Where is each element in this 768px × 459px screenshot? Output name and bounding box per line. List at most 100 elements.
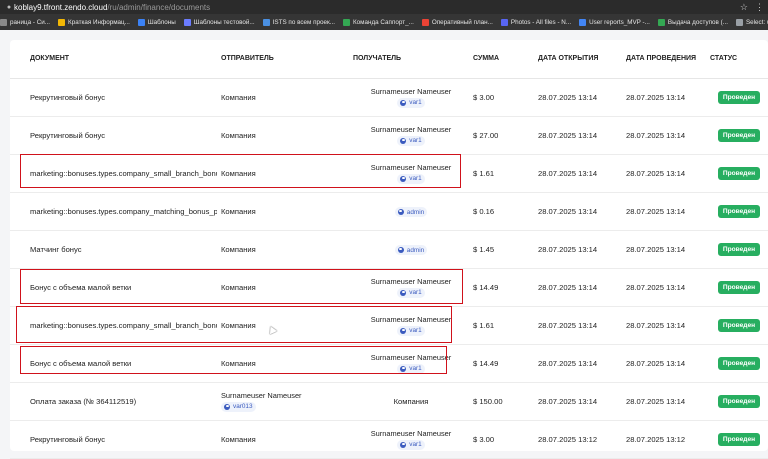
amount-cell: $ 3.00 <box>469 420 534 459</box>
user-fullname: Surnameuser Nameuser <box>221 390 302 400</box>
user-fullname: Surnameuser Nameuser <box>370 162 452 172</box>
sender-cell: Компания <box>217 116 353 155</box>
user-login-badge[interactable]: var1 <box>397 97 425 108</box>
bookmark-favicon-icon <box>579 18 587 26</box>
user-avatar-icon <box>397 209 404 215</box>
bookmarks-bar: раница - Си... Краткая Информац... Шаблоны… <box>0 14 768 30</box>
document-name[interactable]: marketing::bonuses.types.company_small_b… <box>10 154 217 193</box>
document-name[interactable]: Рекрутинговый бонус <box>10 78 217 117</box>
site-info-icon[interactable]: ● <box>4 4 14 11</box>
sender-cell: Surnameuser Nameuser var013 <box>217 382 353 421</box>
col-header-document[interactable]: ДОКУМЕНТ <box>10 40 217 79</box>
posted-date-cell: 28.07.2025 13:14 <box>622 154 710 193</box>
status-cell: Проведен <box>710 116 768 155</box>
bookmark-item[interactable]: Шаблоны <box>137 18 176 26</box>
document-name[interactable]: Рекрутинговый бонус <box>10 116 217 155</box>
sender-cell: Компания <box>217 306 353 345</box>
col-header-recipient[interactable]: ПОЛУЧАТЕЛЬ <box>353 40 469 79</box>
user-cell: Surnameuser Nameuser var1 <box>353 125 469 146</box>
table-row[interactable]: Бонус с объема малой ветки Компания Surnam… <box>10 344 768 383</box>
posted-date-cell: 28.07.2025 13:14 <box>622 382 710 421</box>
bookmark-item[interactable]: Шаблоны тестовой... <box>183 18 255 26</box>
recipient-cell: Surnameuser Nameuser var1 <box>353 306 469 345</box>
user-fullname: Surnameuser Nameuser <box>370 124 452 134</box>
table-row[interactable]: Бонус с объема малой ветки Компания Surnam… <box>10 268 768 307</box>
bookmark-star-icon[interactable]: ☆ <box>740 2 748 13</box>
user-login-badge[interactable]: var013 <box>221 401 256 412</box>
user-fullname: Surnameuser Nameuser <box>370 314 452 324</box>
sender-cell: Компания <box>217 344 353 383</box>
user-avatar-icon <box>400 99 407 106</box>
bookmark-item[interactable]: Select: user_closure... <box>735 18 768 26</box>
col-header-status[interactable]: СТАТУС <box>710 40 768 79</box>
user-login-badge[interactable]: var1 <box>397 363 425 374</box>
bookmark-label: раница - Си... <box>10 18 51 26</box>
bookmark-item[interactable]: Оперативный план... <box>421 18 493 26</box>
bookmark-favicon-icon <box>421 18 429 26</box>
user-cell: Surnameuser Nameuser var1 <box>353 163 469 184</box>
document-name[interactable]: Рекрутинговый бонус <box>10 420 217 459</box>
more-menu-icon[interactable]: ⋮ <box>755 2 764 13</box>
recipient-cell: Surnameuser Nameuser var1 <box>353 268 469 307</box>
bookmark-item[interactable]: раница - Си... <box>0 18 51 26</box>
bookmark-favicon-icon <box>58 18 66 26</box>
table-row[interactable]: marketing::bonuses.types.company_small_b… <box>10 154 768 193</box>
bookmark-label: User reports_MVP -... <box>589 18 650 26</box>
status-badge: Проведен <box>717 242 761 256</box>
table-row[interactable]: marketing::bonuses.types.company_small_b… <box>10 306 768 345</box>
bookmark-item[interactable]: Краткая Информац... <box>58 18 130 26</box>
user-login-badge[interactable]: var1 <box>397 325 425 336</box>
browser-address-bar[interactable]: ● koblay9.tfront.zendo.cloud/ru/admin/fi… <box>0 0 768 14</box>
table-row[interactable]: Рекрутинговый бонус Компания Surnameuser N… <box>10 420 768 459</box>
bookmark-favicon-icon <box>657 18 665 26</box>
amount-cell: $ 0.16 <box>469 192 534 231</box>
user-login-badge[interactable]: var1 <box>397 173 425 184</box>
document-name[interactable]: Бонус с объема малой ветки <box>10 268 217 307</box>
user-avatar-icon <box>400 327 407 334</box>
recipient-cell: Surnameuser Nameuser var1 <box>353 116 469 155</box>
posted-date-cell: 28.07.2025 13:14 <box>622 344 710 383</box>
bookmark-label: Шаблоны тестовой... <box>193 18 255 26</box>
user-login-badge[interactable]: var1 <box>397 287 425 298</box>
user-login-badge[interactable]: admin <box>394 245 428 255</box>
document-name[interactable]: marketing::bonuses.types.company_matchin… <box>10 192 217 231</box>
col-header-opened[interactable]: ДАТА ОТКРЫТИЯ <box>534 40 622 79</box>
user-login-badge[interactable]: admin <box>394 207 428 217</box>
user-avatar-icon <box>224 403 230 410</box>
opened-date-cell: 28.07.2025 13:12 <box>534 420 622 459</box>
sender-cell: Компания <box>217 420 353 459</box>
bookmark-favicon-icon <box>137 18 145 26</box>
user-avatar-icon <box>400 175 407 182</box>
bookmark-item[interactable]: ISTS по всем проек... <box>262 18 335 26</box>
posted-date-cell: 28.07.2025 13:14 <box>622 268 710 307</box>
table-row[interactable]: Оплата заказа (№ 364112519) Surnameuser N… <box>10 382 768 421</box>
document-name[interactable]: Оплата заказа (№ 364112519) <box>10 382 217 421</box>
user-login-badge[interactable]: var1 <box>397 439 425 450</box>
bookmark-item[interactable]: User reports_MVP -... <box>579 18 650 26</box>
document-name[interactable]: Матчинг бонус <box>10 230 217 269</box>
table-row[interactable]: marketing::bonuses.types.company_matchin… <box>10 192 768 231</box>
table-row[interactable]: Матчинг бонус Компания admin $ 1.45 28.07.20… <box>10 230 768 269</box>
sender-cell: Компания <box>217 78 353 117</box>
table-row[interactable]: Рекрутинговый бонус Компания Surnameuser N… <box>10 116 768 155</box>
col-header-sender[interactable]: ОТПРАВИТЕЛЬ <box>217 40 353 79</box>
document-name[interactable]: Бонус с объема малой ветки <box>10 344 217 383</box>
opened-date-cell: 28.07.2025 13:14 <box>534 192 622 231</box>
col-header-posted[interactable]: ДАТА ПРОВЕДЕНИЯ <box>622 40 710 79</box>
user-login-badge[interactable]: var1 <box>397 135 425 146</box>
bookmark-item[interactable]: Photos - All files - N... <box>500 18 572 26</box>
bookmark-item[interactable]: Команда Саппорт_... <box>343 18 414 26</box>
table-row[interactable]: Рекрутинговый бонус Компания Surnameuser N… <box>10 78 768 117</box>
status-badge: Проведен <box>717 166 761 180</box>
bookmark-label: Photos - All files - N... <box>510 18 572 26</box>
sender-cell: Компания <box>217 230 353 269</box>
status-cell: Проведен <box>710 192 768 231</box>
table-header-row: ДОКУМЕНТ ОТПРАВИТЕЛЬ ПОЛУЧАТЕЛЬ СУММА ДА… <box>10 40 768 79</box>
sender-cell: Компания <box>217 154 353 193</box>
status-badge: Проведен <box>717 394 761 408</box>
bookmark-item[interactable]: Выдача доступов (... <box>657 18 728 26</box>
user-login: admin <box>406 246 425 254</box>
document-name[interactable]: marketing::bonuses.types.company_small_b… <box>10 306 217 345</box>
user-fullname: Surnameuser Nameuser <box>370 86 452 96</box>
col-header-amount[interactable]: СУММА <box>469 40 534 79</box>
